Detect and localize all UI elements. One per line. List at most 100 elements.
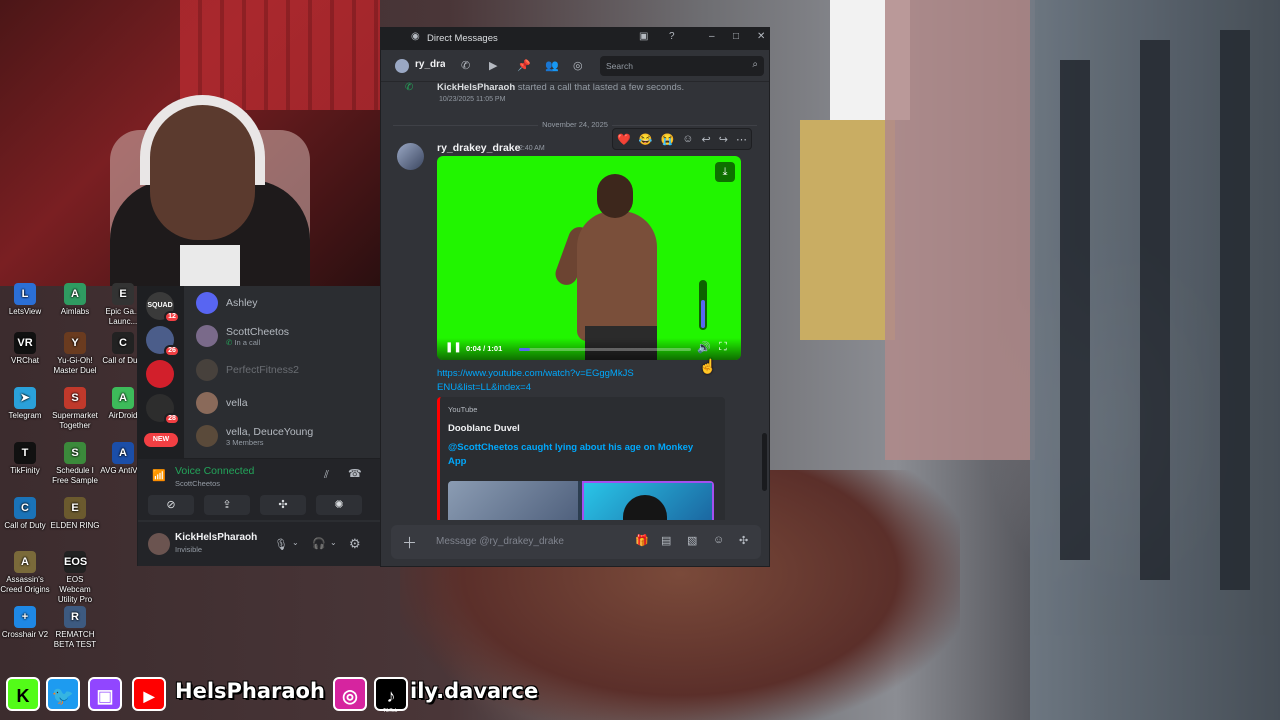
desktop-shortcut[interactable]: S Schedule I Free Sample <box>50 442 100 486</box>
server-icon[interactable] <box>146 360 174 388</box>
message-author[interactable]: ry_drakey_drake <box>437 142 520 154</box>
system-text: started a call that lasted a few seconds… <box>517 82 685 93</box>
chevron-down-icon[interactable]: ⌄ <box>292 538 299 547</box>
download-icon[interactable]: ⤓ <box>715 162 735 182</box>
video-attachment[interactable]: ⤓ ❚❚ 0:04 / 1:01 🔊 ⛶ <box>437 156 741 360</box>
dm-item-vella[interactable]: vella <box>196 389 376 417</box>
cry-reaction[interactable]: 😭 <box>660 133 674 146</box>
scrollbar[interactable] <box>762 433 767 491</box>
chevron-down-icon[interactable]: ⌄ <box>330 538 337 547</box>
activities-button[interactable]: ✣ <box>260 495 306 515</box>
volume-slider[interactable] <box>699 280 707 330</box>
desktop-shortcut[interactable]: S Supermarket Together <box>50 387 100 431</box>
voice-channel-name[interactable]: ScottCheetos <box>175 479 220 488</box>
settings-gear-icon[interactable]: ⚙ <box>349 536 361 552</box>
camera-toggle-button[interactable]: ⊘ <box>148 495 194 515</box>
search-input[interactable]: Search ⌕ <box>600 56 764 76</box>
pause-icon[interactable]: ❚❚ <box>445 342 462 353</box>
youtube-icon: ▶ <box>132 677 166 711</box>
youtube-embed: YouTube Dooblanc Duvel @ScottCheetos cau… <box>437 397 725 520</box>
server-icon[interactable]: 26 <box>146 326 180 357</box>
discord-avatar-icon <box>196 292 218 314</box>
close-icon[interactable]: ✕ <box>757 31 765 42</box>
fullscreen-icon[interactable]: ⛶ <box>719 341 727 354</box>
desktop-shortcut[interactable]: ➤ Telegram <box>0 387 50 421</box>
new-unreads-pill[interactable]: NEW <box>144 433 178 447</box>
headphones-icon[interactable]: 🎧 <box>312 537 326 550</box>
dm-item-scottcheetos[interactable]: ScottCheetos ✆ In a call <box>196 322 376 350</box>
dm-item-perfectfitness2[interactable]: PerfectFitness2 <box>196 356 376 384</box>
desktop-shortcut[interactable]: + Crosshair V2 <box>0 606 50 640</box>
dm-name: PerfectFitness2 <box>226 364 299 376</box>
desktop-shortcut[interactable]: A Aimlabs <box>50 283 100 317</box>
heart-reaction[interactable]: ❤️ <box>617 133 631 146</box>
dm-name: Ashley <box>226 297 258 309</box>
sticker-icon[interactable]: ▧ <box>687 534 697 547</box>
server-rail: SQUAD 12 26 28 NEW <box>138 286 184 458</box>
noise-suppression-icon[interactable]: ⫽ <box>324 469 329 482</box>
maximize-icon[interactable]: □ <box>733 31 739 42</box>
embed-author[interactable]: Dooblanc Duvel <box>448 423 520 434</box>
voice-call-icon[interactable]: ✆ <box>461 59 470 72</box>
username[interactable]: KickHelsPharaoh <box>175 532 257 543</box>
pin-icon[interactable]: 📌 <box>517 59 531 72</box>
desktop-shortcut[interactable]: T TikFinity <box>0 442 50 476</box>
video-seek-bar[interactable] <box>519 348 691 351</box>
desktop-shortcut[interactable]: VR VRChat <box>0 332 50 366</box>
gif-icon[interactable]: ▤ <box>661 534 671 547</box>
desktop-shortcut-label: Yu-Gi-Oh! Master Duel <box>53 356 97 375</box>
disconnect-icon[interactable]: ☎ <box>348 467 362 480</box>
discord-logo-icon: ◉ <box>411 31 420 42</box>
system-author[interactable]: KickHelsPharaoh <box>437 82 515 93</box>
avatar[interactable] <box>397 143 424 170</box>
laugh-reaction[interactable]: 😂 <box>639 133 653 146</box>
avatar <box>395 59 409 73</box>
add-reaction-icon[interactable]: ☺ <box>682 133 693 145</box>
help-icon[interactable]: ? <box>669 31 675 42</box>
server-icon[interactable]: SQUAD 12 <box>146 292 180 323</box>
upload-plus-icon[interactable]: ＋ <box>402 532 417 553</box>
reply-icon[interactable]: ↩ <box>701 133 710 146</box>
signal-icon[interactable]: 📶 <box>152 469 166 482</box>
desktop-shortcut[interactable]: R REMATCH BETA TEST <box>50 606 100 650</box>
volume-icon[interactable]: 🔊 <box>697 341 711 354</box>
mention-badge: 26 <box>164 345 180 357</box>
gift-icon[interactable]: 🎁 <box>635 534 649 547</box>
dm-item-group[interactable]: vella, DeuceYoung 3 Members <box>196 422 376 450</box>
embed-title[interactable]: @ScottCheetos caught lying about his age… <box>448 441 708 469</box>
server-icon[interactable]: 28 <box>146 394 180 425</box>
desktop-shortcut[interactable]: Y Yu-Gi-Oh! Master Duel <box>50 332 100 376</box>
user-status: Invisible <box>175 545 203 554</box>
embed-provider[interactable]: YouTube <box>448 405 477 414</box>
avatar[interactable] <box>148 533 170 555</box>
desktop-shortcut[interactable]: E ELDEN RING <box>50 497 100 531</box>
more-icon[interactable]: ⋯ <box>736 133 747 146</box>
desktop-shortcut[interactable]: C Call of Duty <box>0 497 50 531</box>
dm-item-ashley[interactable]: Ashley <box>196 289 376 317</box>
crosshair-icon: + <box>14 606 36 628</box>
letsview-icon: L <box>14 283 36 305</box>
inbox-icon[interactable]: ▣ <box>639 31 648 42</box>
microphone-icon[interactable]: 🎙 <box>274 538 288 551</box>
supermarket-icon: S <box>64 387 86 409</box>
profile-icon[interactable]: ◎ <box>573 59 583 72</box>
forward-icon[interactable]: ↪ <box>719 133 728 146</box>
desktop-shortcut[interactable]: L LetsView <box>0 283 50 317</box>
eos-webcam-icon: EOS <box>64 551 87 573</box>
channel-name[interactable]: ry_drakey_drake <box>415 59 445 70</box>
video-call-icon[interactable]: ▶ <box>489 59 497 72</box>
message-link[interactable]: https://www.youtube.com/watch?v=EGggMkJS… <box>437 367 637 395</box>
embed-thumbnail[interactable] <box>448 481 714 520</box>
screen-share-button[interactable]: ⇪ <box>204 495 250 515</box>
yugioh-icon: Y <box>64 332 86 354</box>
schedule-icon: S <box>64 442 86 464</box>
soundboard-button[interactable]: ✺ <box>316 495 362 515</box>
desktop-shortcut[interactable]: EOS EOS Webcam Utility Pro <box>50 551 100 605</box>
add-friends-icon[interactable]: 👥 <box>545 59 559 72</box>
voice-status[interactable]: Voice Connected <box>175 465 254 477</box>
apps-icon[interactable]: ✣ <box>739 534 748 547</box>
emoji-icon[interactable]: ☺ <box>713 534 724 546</box>
desktop-shortcut[interactable]: A Assassin's Creed Origins <box>0 551 50 595</box>
message-input[interactable]: Message @ry_drakey_drake <box>436 536 564 547</box>
minimize-icon[interactable]: – <box>709 31 715 42</box>
